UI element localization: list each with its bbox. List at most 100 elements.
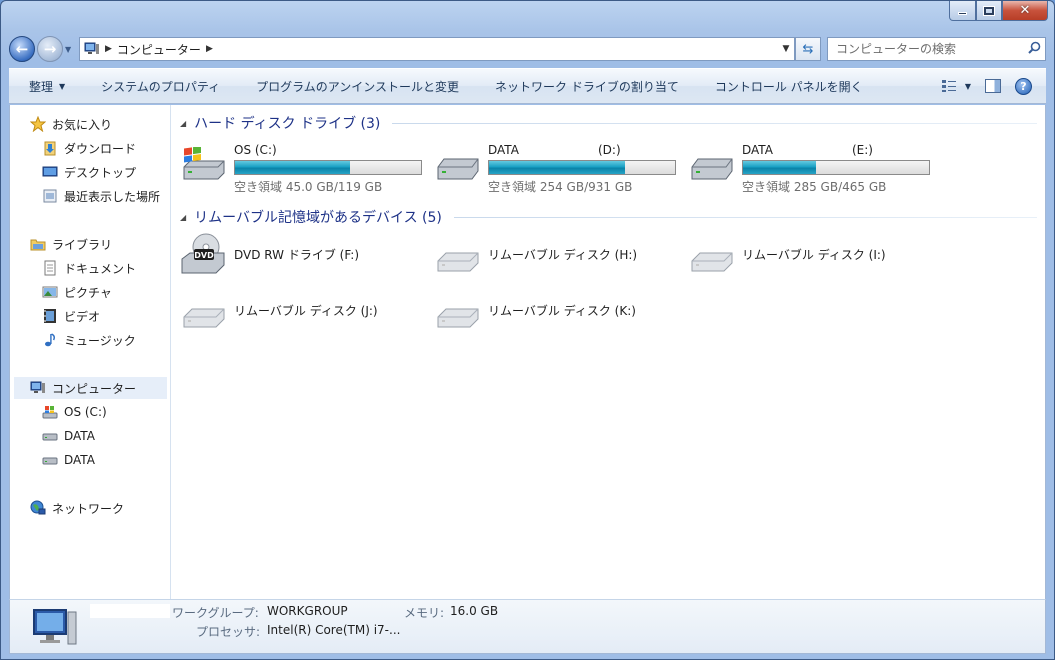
drive-name: OS (C:): [234, 143, 277, 157]
group-header-hard-drives[interactable]: ◢ ハード ディスク ドライブ (3): [180, 113, 1037, 133]
map-network-drive-button[interactable]: ネットワーク ドライブの割り当て: [475, 69, 695, 103]
sidebar-item-videos[interactable]: ビデオ: [42, 305, 100, 327]
view-tiles-icon: [941, 80, 956, 92]
organize-label: 整理: [29, 79, 54, 94]
sidebar-item-computer[interactable]: コンピューター: [14, 377, 167, 399]
removable-drive-tile[interactable]: DVD DVD RW ドライブ (F:): [180, 233, 430, 281]
main-area: お気に入り ダウンロード デスクトップ 最近表示した場所 ライブラリ ドキュメン…: [9, 105, 1046, 599]
document-icon: [42, 260, 58, 276]
usage-bar: [488, 160, 676, 175]
sidebar-item-pictures[interactable]: ピクチャ: [42, 281, 112, 303]
drive-name: DATA (D:): [488, 143, 621, 157]
address-history-dropdown[interactable]: ▼: [778, 44, 794, 54]
address-bar[interactable]: ▶ コンピューター ▶ ▼: [79, 37, 795, 61]
drive-tile[interactable]: DATA (E:) 空き領域 285 GB/465 GB: [688, 141, 938, 194]
navigation-pane: お気に入り ダウンロード デスクトップ 最近表示した場所 ライブラリ ドキュメン…: [10, 105, 171, 599]
hard-drive-icon: [42, 428, 58, 444]
content-pane: ◢ ハード ディスク ドライブ (3) OS (C:) 空き領域 45.0 GB/…: [172, 105, 1045, 599]
change-view-button[interactable]: ▼: [941, 79, 971, 93]
drive-name: リムーバブル ディスク (H:): [488, 248, 638, 262]
map-network-drive-label: ネットワーク ドライブの割り当て: [495, 79, 679, 94]
removable-drive-tile[interactable]: リムーバブル ディスク (H:): [434, 233, 684, 281]
collapse-triangle-icon: ◢: [180, 212, 187, 222]
processor-label: プロセッサ:: [196, 625, 261, 639]
windows-drive-icon: [42, 404, 58, 420]
pictures-icon: [42, 284, 58, 300]
sidebar-item-libraries[interactable]: ライブラリ: [30, 233, 112, 255]
usage-bar: [742, 160, 930, 175]
removable-drive-tile[interactable]: リムーバブル ディスク (J:): [180, 289, 430, 337]
details-pane: ワークグループ: WORKGROUP メモリ: 16.0 GB プロセッサ: I…: [9, 599, 1046, 654]
refresh-button[interactable]: ⇆: [795, 37, 821, 61]
sidebar-item-label: DATA: [64, 453, 95, 467]
workgroup-label: ワークグループ:: [172, 606, 259, 620]
network-globe-icon: [30, 500, 46, 516]
sidebar-item-label: ビデオ: [64, 309, 101, 324]
sidebar-item-label: コンピューター: [52, 381, 137, 396]
maximize-button[interactable]: [976, 1, 1002, 21]
close-icon: ✕: [1019, 3, 1031, 18]
back-button[interactable]: ←: [9, 36, 35, 62]
removable-drive-tile[interactable]: リムーバブル ディスク (K:): [434, 289, 684, 337]
sidebar-item-desktop[interactable]: デスクトップ: [42, 161, 136, 183]
collapse-triangle-icon: ◢: [180, 118, 187, 128]
hard-drive-icon: [42, 452, 58, 468]
drive-tile[interactable]: DATA (D:) 空き領域 254 GB/931 GB: [434, 141, 684, 194]
sidebar-item-downloads[interactable]: ダウンロード: [42, 137, 136, 159]
hard-drive-icon: [434, 147, 482, 183]
group-header-removable[interactable]: ◢ リムーバブル記憶域があるデバイス (5): [180, 207, 1037, 227]
close-button[interactable]: ✕: [1002, 1, 1048, 21]
sidebar-item-label: OS (C:): [64, 405, 107, 419]
caption-buttons: ✕: [949, 1, 1048, 21]
computer-large-icon: [30, 606, 78, 648]
libraries-folder-icon: [30, 236, 46, 252]
search-icon[interactable]: [1023, 41, 1045, 58]
preview-pane-button[interactable]: [985, 79, 1001, 93]
star-icon: [30, 116, 46, 132]
sidebar-item-documents[interactable]: ドキュメント: [42, 257, 136, 279]
sidebar-item-drive-d[interactable]: DATA: [42, 425, 95, 447]
breadcrumb-computer[interactable]: コンピューター: [117, 41, 201, 58]
svg-text:DVD: DVD: [194, 251, 214, 260]
maximize-icon: [983, 5, 995, 16]
open-control-panel-button[interactable]: コントロール パネルを開く: [695, 69, 879, 103]
sidebar-item-network[interactable]: ネットワーク: [30, 497, 124, 519]
organize-button[interactable]: 整理 ▼: [9, 69, 81, 103]
computer-icon: [84, 42, 100, 56]
breadcrumb-separator-icon[interactable]: ▶: [105, 44, 112, 54]
group-divider: [453, 216, 1037, 218]
sidebar-item-label: DATA: [64, 429, 95, 443]
sidebar-item-label: お気に入り: [52, 117, 113, 132]
recent-pages-dropdown[interactable]: ▼: [65, 45, 75, 54]
drive-letter: (E:): [852, 143, 873, 157]
workgroup-value: WORKGROUP: [267, 604, 348, 618]
forward-button[interactable]: →: [37, 36, 63, 62]
sidebar-item-recent-places[interactable]: 最近表示した場所: [42, 185, 160, 207]
music-note-icon: [42, 332, 58, 348]
system-properties-button[interactable]: システムのプロパティ: [81, 69, 236, 103]
back-arrow-icon: ←: [15, 40, 29, 58]
sidebar-item-label: 最近表示した場所: [64, 189, 161, 204]
sidebar-item-drive-e[interactable]: DATA: [42, 449, 95, 471]
breadcrumb-separator-icon[interactable]: ▶: [206, 44, 213, 54]
sidebar-item-drive-c[interactable]: OS (C:): [42, 401, 107, 423]
minimize-icon: [958, 12, 967, 15]
drive-name: リムーバブル ディスク (J:): [234, 304, 378, 318]
drive-name: DATA (E:): [742, 143, 873, 157]
uninstall-program-button[interactable]: プログラムのアンインストールと変更: [236, 69, 475, 103]
processor-value: Intel(R) Core(TM) i7-...: [267, 623, 401, 637]
help-button[interactable]: ?: [1015, 77, 1032, 95]
search-box[interactable]: [827, 37, 1046, 61]
removable-disk-icon: [180, 301, 228, 331]
sidebar-item-favorites[interactable]: お気に入り: [30, 113, 112, 135]
chevron-down-icon: ▼: [964, 81, 971, 91]
removable-drive-tile[interactable]: リムーバブル ディスク (I:): [688, 233, 938, 281]
memory-label: メモリ:: [404, 606, 445, 620]
chevron-down-icon: ▼: [59, 81, 66, 91]
drive-tile[interactable]: OS (C:) 空き領域 45.0 GB/119 GB: [180, 141, 430, 194]
removable-disk-icon: [434, 301, 482, 331]
sidebar-item-music[interactable]: ミュージック: [42, 329, 136, 351]
minimize-button[interactable]: [949, 1, 976, 21]
sidebar-item-label: ミュージック: [64, 333, 136, 348]
search-input[interactable]: [836, 42, 1023, 56]
